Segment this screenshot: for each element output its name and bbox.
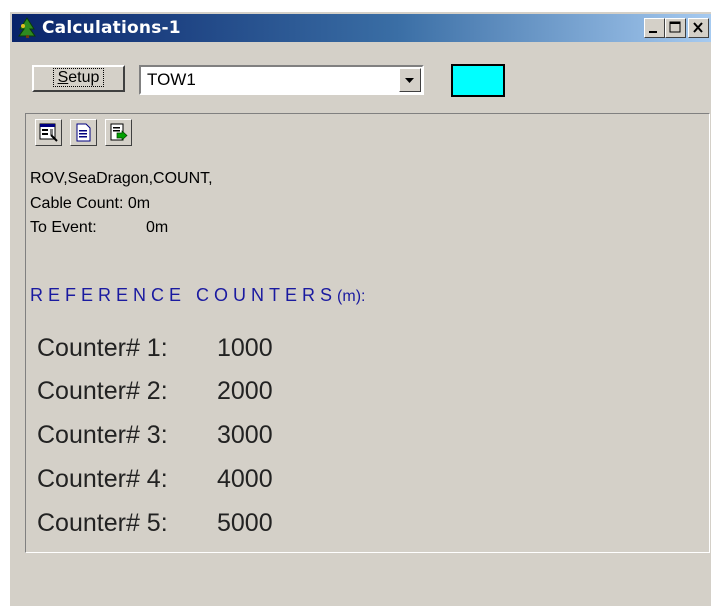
close-button[interactable] — [688, 18, 709, 38]
properties-tool-button[interactable] — [35, 119, 62, 146]
tow-select-dropdown-button[interactable] — [399, 68, 421, 92]
reference-counters-heading: REFERENCE COUNTERS(m): — [30, 285, 365, 306]
document-tool-button[interactable] — [70, 119, 97, 146]
to-event-label: To Event: — [30, 219, 97, 236]
cable-count-row: Cable Count: 0m — [30, 195, 150, 213]
counter-label: Counter# 2: — [37, 377, 168, 405]
reference-counters-unit: (m): — [337, 288, 366, 305]
counter-value: 5000 — [217, 509, 273, 537]
counter-value: 4000 — [217, 465, 273, 493]
calculations-panel: ROV,SeaDragon,COUNT, Cable Count: 0m To … — [25, 113, 710, 553]
counter-value: 1000 — [217, 334, 273, 362]
counter-label: Counter# 5: — [37, 509, 168, 537]
counter-label: Counter# 3: — [37, 421, 168, 449]
maximize-icon — [669, 21, 681, 33]
title-bar[interactable]: Calculations-1 — [12, 14, 711, 42]
counter-row: Counter# 3: 3000 — [37, 421, 273, 450]
window-title: Calculations-1 — [42, 18, 181, 38]
to-event-value: 0m — [146, 219, 169, 236]
minimize-button[interactable] — [644, 18, 665, 38]
counter-label: Counter# 4: — [37, 465, 168, 493]
counter-label: Counter# 1: — [37, 334, 168, 362]
setup-label: Setup — [52, 68, 105, 87]
close-icon — [693, 22, 703, 33]
maximize-button[interactable] — [665, 18, 686, 38]
setup-mnemonic: S — [57, 69, 69, 86]
app-icon[interactable] — [16, 17, 38, 39]
counter-row: Counter# 1: 1000 — [37, 334, 273, 363]
counter-value: 3000 — [217, 421, 273, 449]
cable-count-label: Cable Count: — [30, 195, 124, 212]
counter-row: Counter# 5: 5000 — [37, 509, 273, 538]
status-message: ROV,SeaDragon,COUNT, — [30, 170, 213, 187]
export-tool-button[interactable] — [105, 119, 132, 146]
counter-value: 2000 — [217, 377, 273, 405]
to-event-row: To Event: 0m — [30, 219, 168, 237]
counter-row: Counter# 4: 4000 — [37, 465, 273, 494]
properties-icon — [39, 123, 58, 142]
tow-select[interactable]: TOW1 — [139, 65, 424, 95]
minimize-icon — [649, 31, 657, 33]
chevron-down-icon — [405, 78, 414, 83]
calculations-window: Calculations-1 Setup TOW1 ROV,SeaDragon,… — [10, 12, 711, 606]
tow-select-value: TOW1 — [147, 70, 196, 89]
document-icon — [76, 123, 91, 142]
color-swatch[interactable] — [451, 64, 505, 97]
cable-count-value: 0m — [127, 195, 151, 212]
setup-button[interactable]: Setup — [32, 65, 125, 92]
setup-label-rest: etup — [68, 69, 100, 86]
counter-row: Counter# 2: 2000 — [37, 377, 273, 406]
reference-counters-title: REFERENCE COUNTERS — [30, 285, 338, 305]
export-icon — [110, 123, 128, 141]
